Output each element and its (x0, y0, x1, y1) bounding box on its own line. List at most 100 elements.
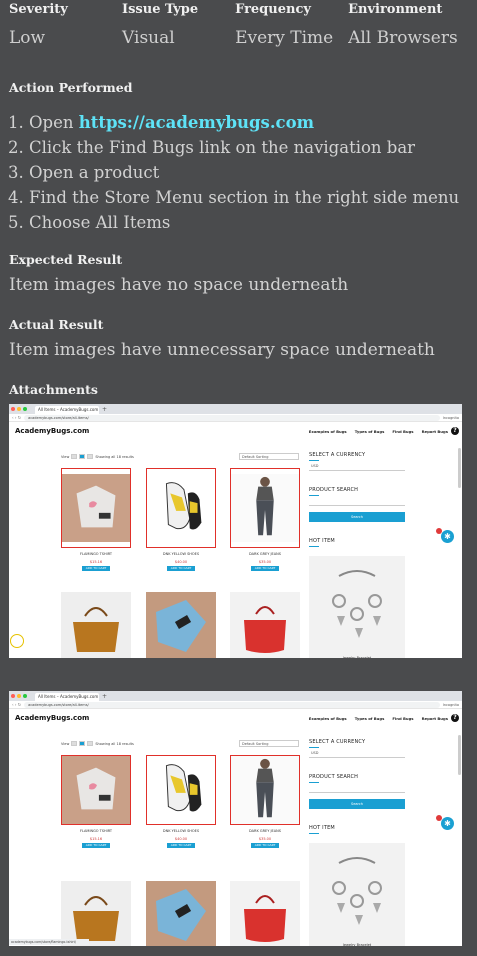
site-header: AcademyBugs.com Examples of Bugs Types of … (9, 424, 462, 438)
add-to-cart-button[interactable]: ADD TO CART (251, 566, 279, 571)
browser-tab[interactable]: All Items – AcademyBugs.com (35, 693, 99, 701)
scrollbar[interactable] (458, 735, 461, 775)
window-control-icon[interactable] (11, 694, 15, 698)
add-to-cart-button[interactable]: ADD TO CART (82, 843, 110, 848)
product-name[interactable]: FLAMINGO TSHIRT (61, 829, 131, 833)
nav-link[interactable]: Find Bugs (392, 429, 413, 434)
window-control-icon[interactable] (17, 407, 21, 411)
hot-item-name[interactable]: Jewelry Bracelet (322, 656, 392, 658)
view-count-button[interactable] (79, 741, 86, 746)
product-name[interactable]: DARK GREY JEANS (230, 552, 300, 556)
hot-item-name[interactable]: Jewelry Bracelet (322, 943, 392, 946)
view-count-button[interactable] (87, 741, 94, 746)
sort-select[interactable]: Default Sorting (239, 740, 299, 747)
view-label: View (61, 454, 70, 459)
product-image[interactable] (146, 592, 216, 658)
severity-value: Low (9, 28, 46, 48)
add-to-cart-button[interactable]: ADD TO CART (167, 843, 195, 848)
search-button[interactable]: Search (309, 512, 405, 522)
help-icon[interactable]: ? (451, 714, 459, 722)
add-to-cart-button[interactable]: ADD TO CART (167, 566, 195, 571)
new-tab-icon[interactable]: + (102, 406, 107, 413)
add-to-cart-button[interactable]: ADD TO CART (82, 566, 110, 571)
notification-badge (436, 815, 442, 821)
results-count: Showing all 18 results (95, 454, 134, 459)
heading-underline (309, 833, 319, 834)
currency-heading: SELECT A CURRENCY (309, 452, 366, 458)
product-image[interactable] (230, 881, 300, 946)
site-logo[interactable]: AcademyBugs.com (15, 427, 89, 435)
new-tab-icon[interactable]: + (102, 693, 107, 700)
nav-link[interactable]: Report Bugs (422, 429, 448, 434)
step-item: 4. Find the Store Menu section in the ri… (8, 188, 460, 207)
frequency-col: Frequency Every Time (235, 2, 348, 54)
hot-item-heading: HOT ITEM (309, 538, 335, 544)
browser-tab[interactable]: All Items – AcademyBugs.com (35, 406, 99, 414)
shop-toolbar: View Showing all 18 results (61, 741, 134, 746)
product-image[interactable] (230, 592, 300, 658)
hot-item-image[interactable] (309, 843, 405, 946)
hot-item-image[interactable] (309, 556, 405, 658)
product-image[interactable] (146, 468, 216, 548)
view-count-button[interactable] (87, 454, 94, 459)
url-field[interactable]: academybugs.com/store/all-items/ (24, 414, 440, 421)
nav-link[interactable]: Examples of Bugs (309, 716, 347, 721)
issue-type-col: Issue Type Visual (122, 2, 235, 54)
window-control-icon[interactable] (17, 694, 21, 698)
search-input[interactable] (309, 786, 405, 793)
window-control-icon[interactable] (23, 694, 27, 698)
attachments-heading: Attachments (9, 382, 98, 397)
nav-link[interactable]: Find Bugs (392, 716, 413, 721)
nav-link[interactable]: Types of Bugs (355, 716, 385, 721)
view-count-button[interactable] (79, 454, 86, 459)
product-image[interactable] (230, 468, 300, 548)
profile-label[interactable]: Incognito (443, 416, 459, 420)
browser-tabbar: All Items – AcademyBugs.com + (9, 691, 462, 701)
search-input[interactable] (309, 499, 405, 506)
product-name[interactable]: DARK GREY JEANS (230, 829, 300, 833)
environment-label: Environment (348, 2, 443, 17)
help-icon[interactable]: ? (451, 427, 459, 435)
product-image[interactable] (146, 881, 216, 946)
nav-link[interactable]: Examples of Bugs (309, 429, 347, 434)
site-logo[interactable]: AcademyBugs.com (15, 714, 89, 722)
address-bar: ‹ › ↻ academybugs.com/store/all-items/Inc… (9, 701, 462, 709)
frequency-value: Every Time (235, 28, 334, 48)
step-item: 5. Choose All Items (8, 213, 171, 232)
academybugs-link[interactable]: https://academybugs.com (79, 113, 314, 132)
product-image[interactable] (61, 468, 131, 548)
product-name[interactable]: DNK YELLOW SHOES (146, 552, 216, 556)
steps-list: 1. Open https://academybugs.com 2. Click… (8, 110, 459, 235)
currency-select[interactable]: USD (309, 751, 405, 758)
product-image[interactable] (146, 755, 216, 825)
back-forward-icon[interactable]: ‹ › ↻ (12, 702, 21, 707)
url-field[interactable]: academybugs.com/store/all-items/ (24, 701, 440, 708)
window-control-icon[interactable] (11, 407, 15, 411)
nav-link[interactable]: Report Bugs (422, 716, 448, 721)
product-image[interactable] (61, 592, 131, 658)
search-button[interactable]: Search (309, 799, 405, 809)
heading-underline (309, 495, 319, 496)
product-image[interactable] (61, 881, 131, 946)
product-name[interactable]: FLAMINGO TSHIRT (61, 552, 131, 556)
bug-icon[interactable]: ✱ (441, 817, 454, 830)
add-to-cart-button[interactable]: ADD TO CART (251, 843, 279, 848)
status-bar: academybugs.com/store/flamingo-tshirt/ (9, 939, 89, 945)
product-image[interactable] (230, 755, 300, 825)
currency-select[interactable]: USD (309, 464, 405, 471)
window-control-icon[interactable] (23, 407, 27, 411)
cursor-highlight (10, 634, 24, 648)
hot-item-heading: HOT ITEM (309, 825, 335, 831)
product-price: $35.00 (258, 560, 272, 564)
product-image[interactable] (61, 755, 131, 825)
scrollbar[interactable] (458, 448, 461, 488)
sort-select[interactable]: Default Sorting (239, 453, 299, 460)
back-forward-icon[interactable]: ‹ › ↻ (12, 415, 21, 420)
view-count-button[interactable] (71, 454, 78, 459)
product-price: $15.16 (89, 560, 103, 564)
view-count-button[interactable] (71, 741, 78, 746)
profile-label[interactable]: Incognito (443, 703, 459, 707)
bug-icon[interactable]: ✱ (441, 530, 454, 543)
nav-link[interactable]: Types of Bugs (355, 429, 385, 434)
product-name[interactable]: DNK YELLOW SHOES (146, 829, 216, 833)
